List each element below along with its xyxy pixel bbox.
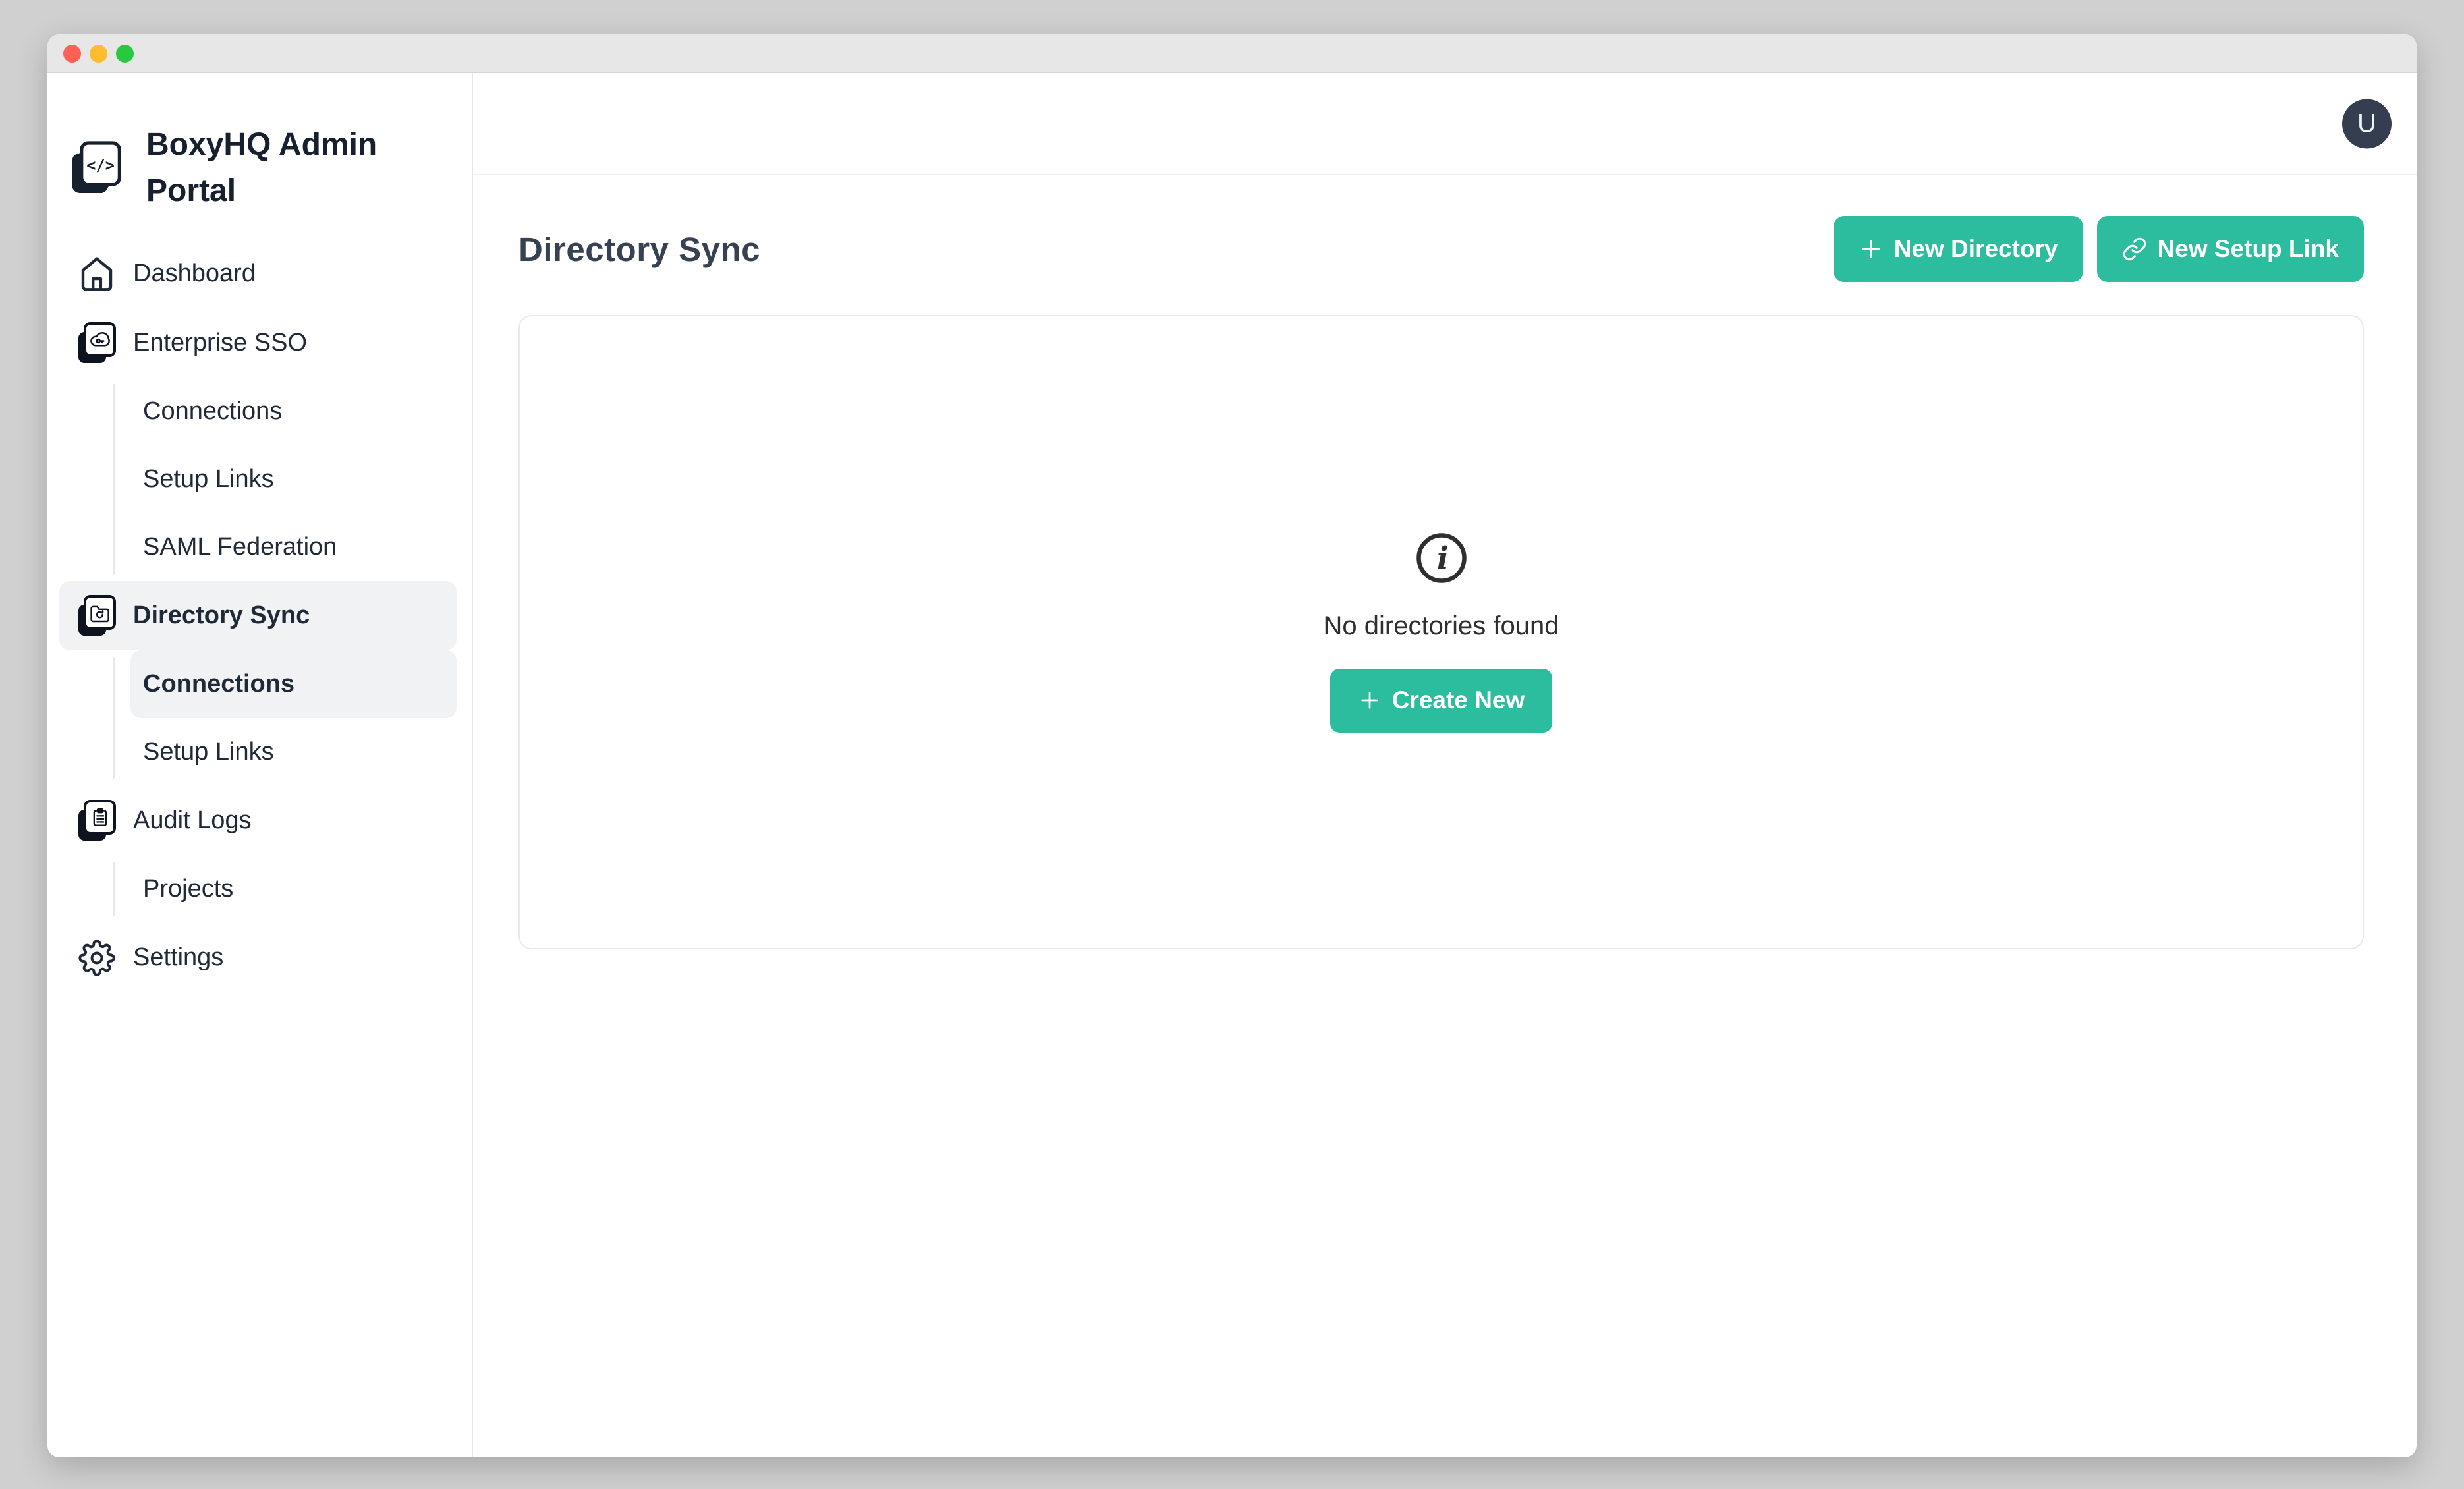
page-header: Directory Sync New Directory — [518, 216, 2364, 282]
sidebar-item-audit-logs[interactable]: Audit Logs — [59, 786, 457, 855]
plus-icon — [1859, 237, 1884, 262]
new-setup-link-button[interactable]: New Setup Link — [2097, 216, 2364, 282]
sidebar-item-sso-connections[interactable]: Connections — [130, 378, 457, 445]
sidebar-item-label: Dashboard — [133, 260, 256, 288]
audit-logs-clipboard-icon — [75, 800, 119, 842]
settings-gear-icon — [75, 940, 119, 976]
new-directory-button[interactable]: New Directory — [1834, 216, 2083, 282]
sidebar-item-directory-setup-links[interactable]: Setup Links — [130, 718, 457, 786]
page-title: Directory Sync — [518, 230, 760, 269]
sidebar-item-settings[interactable]: Settings — [59, 923, 457, 992]
brand[interactable]: </> BoxyHQ Admin Portal — [47, 73, 472, 239]
sidebar-item-sso-setup-links[interactable]: Setup Links — [130, 445, 457, 513]
sidebar-item-label: Enterprise SSO — [133, 329, 307, 357]
brand-title: BoxyHQ Admin Portal — [146, 122, 383, 214]
directory-sync-subgroup: Connections Setup Links — [47, 650, 472, 786]
sidebar-item-label: Connections — [143, 397, 282, 426]
topbar: U — [473, 73, 2417, 175]
button-label: New Setup Link — [2158, 235, 2339, 263]
sidebar: </> BoxyHQ Admin Portal Dashboard — [47, 73, 473, 1457]
boxyhq-code-keycap-icon: </> — [71, 141, 121, 195]
sidebar-item-label: Connections — [143, 670, 294, 698]
sidebar-item-label: Audit Logs — [133, 806, 252, 835]
empty-state-card: i No directories found Create New — [518, 315, 2364, 949]
create-new-button[interactable]: Create New — [1330, 669, 1553, 733]
info-icon: i — [1416, 532, 1467, 584]
svg-text:</>: </> — [86, 156, 115, 175]
audit-logs-subgroup: Projects — [47, 855, 472, 923]
app-window: </> BoxyHQ Admin Portal Dashboard — [47, 34, 2417, 1457]
sidebar-item-projects[interactable]: Projects — [130, 855, 457, 923]
button-label: New Directory — [1894, 235, 2058, 263]
user-avatar[interactable]: U — [2342, 99, 2392, 148]
app-body: </> BoxyHQ Admin Portal Dashboard — [47, 73, 2417, 1457]
enterprise-sso-subgroup: Connections Setup Links SAML Federation — [47, 378, 472, 581]
sidebar-nav: Dashboard — [47, 239, 472, 992]
svg-text:i: i — [1436, 540, 1448, 577]
sidebar-item-directory-connections[interactable]: Connections — [130, 650, 457, 718]
sidebar-item-label: Settings — [133, 943, 223, 972]
sidebar-item-directory-sync[interactable]: Directory Sync — [59, 581, 457, 650]
sidebar-item-label: Setup Links — [143, 738, 274, 766]
sidebar-item-label: Directory Sync — [133, 602, 310, 630]
home-icon — [75, 256, 119, 293]
main-content: U Directory Sync New Directory — [473, 73, 2417, 1457]
sidebar-item-label: SAML Federation — [143, 533, 337, 561]
directory-sync-folder-icon — [75, 595, 119, 637]
zoom-window-button[interactable] — [116, 45, 134, 63]
titlebar — [47, 34, 2417, 73]
button-label: Create New — [1392, 687, 1525, 714]
close-window-button[interactable] — [63, 45, 81, 63]
empty-state-message: No directories found — [1324, 611, 1559, 641]
enterprise-sso-cloud-key-icon — [75, 322, 119, 364]
plus-icon — [1358, 688, 1382, 712]
page-actions: New Directory New Setup Link — [1834, 216, 2364, 282]
link-icon — [2122, 237, 2147, 262]
sidebar-item-enterprise-sso[interactable]: Enterprise SSO — [59, 308, 457, 378]
sidebar-item-label: Setup Links — [143, 465, 274, 493]
sidebar-item-label: Projects — [143, 875, 233, 903]
sidebar-item-saml-federation[interactable]: SAML Federation — [130, 513, 457, 581]
minimize-window-button[interactable] — [90, 45, 107, 63]
sidebar-item-dashboard[interactable]: Dashboard — [59, 239, 457, 308]
